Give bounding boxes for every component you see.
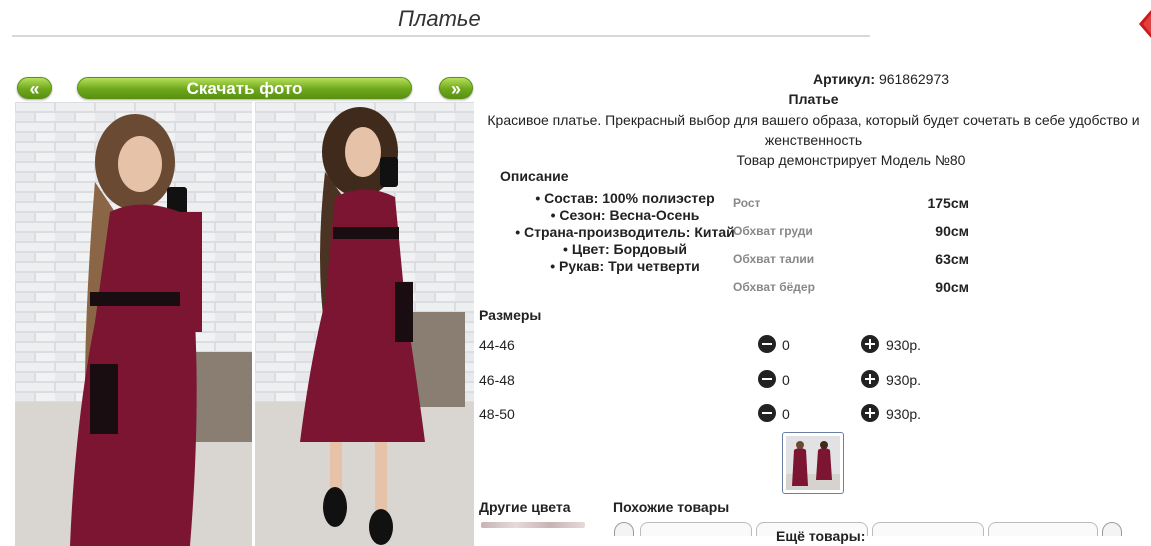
- next-photo-button[interactable]: »: [439, 77, 473, 99]
- size-row: 46-48 0 930р.: [479, 370, 939, 390]
- color-swatches[interactable]: [481, 522, 585, 528]
- size-row: 44-46 0 930р.: [479, 335, 939, 355]
- page-title: Платье: [398, 6, 481, 31]
- title-divider: [12, 35, 870, 37]
- spec-item: Рукав: Три четверти: [496, 258, 754, 275]
- measure-value: 175см: [927, 195, 969, 211]
- measure-row: Рост 175см: [733, 195, 969, 211]
- measure-label: Рост: [733, 196, 761, 210]
- specs-heading: Описание: [500, 168, 569, 184]
- measure-row: Обхват груди 90см: [733, 223, 969, 239]
- model-note: Товар демонстрирует Модель №80: [736, 152, 966, 168]
- quantity-value: 0: [782, 406, 790, 422]
- measure-value: 63см: [935, 251, 969, 267]
- measure-row: Обхват талии 63см: [733, 251, 969, 267]
- similar-products-heading: Похожие товары: [613, 499, 730, 515]
- article-value: 961862973: [878, 71, 950, 87]
- product-photo[interactable]: [15, 102, 474, 546]
- measure-value: 90см: [935, 223, 969, 239]
- carousel-next-button[interactable]: [1102, 522, 1122, 536]
- article-label: Артикул:: [812, 71, 876, 87]
- thumbnail-image: [786, 436, 840, 490]
- spec-item: Состав: 100% полиэстер: [496, 190, 754, 207]
- price-value: 930р.: [886, 372, 922, 388]
- size-label: 44-46: [479, 337, 515, 353]
- article-line: Артикул: 961862973: [746, 71, 1016, 87]
- quantity-value: 0: [782, 337, 790, 353]
- quantity-value: 0: [782, 372, 790, 388]
- other-colors-heading: Другие цвета: [479, 499, 571, 515]
- plus-icon[interactable]: [861, 370, 879, 388]
- plus-icon[interactable]: [861, 404, 879, 422]
- product-name: Платье: [788, 91, 839, 107]
- measure-label: Обхват талии: [733, 252, 815, 266]
- measure-label: Обхват бёдер: [733, 280, 815, 294]
- prev-photo-button[interactable]: «: [17, 77, 52, 99]
- measure-row: Обхват бёдер 90см: [733, 279, 969, 295]
- photo-thumbnail[interactable]: [782, 432, 844, 494]
- sizes-heading: Размеры: [479, 307, 542, 323]
- similar-product-item[interactable]: [640, 522, 752, 536]
- similar-product-item[interactable]: [988, 522, 1098, 536]
- minus-icon[interactable]: [758, 335, 776, 353]
- spec-item: Сезон: Весна-Осень: [496, 207, 754, 224]
- measure-label: Обхват груди: [733, 224, 813, 238]
- download-photo-button[interactable]: Скачать фото: [77, 77, 412, 99]
- spec-item: Страна-производитель: Китай: [496, 224, 754, 241]
- product-photo-side: [255, 102, 474, 546]
- minus-icon[interactable]: [758, 404, 776, 422]
- carousel-prev-button[interactable]: [614, 522, 634, 536]
- size-row: 48-50 0 930р.: [479, 404, 939, 424]
- size-label: 48-50: [479, 406, 515, 422]
- plus-icon[interactable]: [861, 335, 879, 353]
- product-photo-front: [15, 102, 252, 546]
- more-products-heading: Ещё товары:: [776, 528, 866, 544]
- product-description: Красивое платье. Прекрасный выбор для ва…: [487, 112, 1140, 148]
- price-value: 930р.: [886, 406, 922, 422]
- similar-product-item[interactable]: [872, 522, 984, 536]
- spec-item: Цвет: Бордовый: [496, 241, 754, 258]
- measure-value: 90см: [935, 279, 969, 295]
- price-value: 930р.: [886, 337, 922, 353]
- minus-icon[interactable]: [758, 370, 776, 388]
- specs-list: Состав: 100% полиэстер Сезон: Весна-Осен…: [496, 190, 754, 275]
- close-icon[interactable]: [1135, 10, 1151, 38]
- size-label: 46-48: [479, 372, 515, 388]
